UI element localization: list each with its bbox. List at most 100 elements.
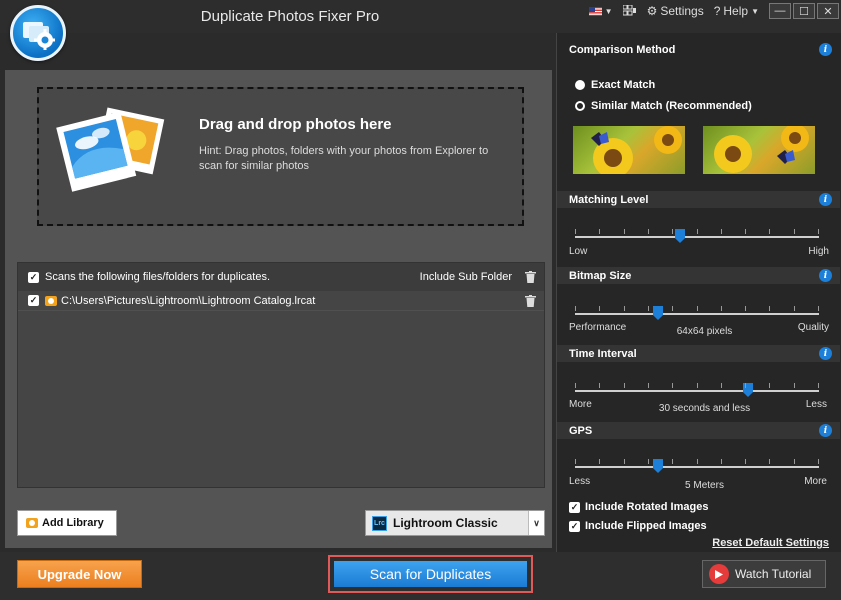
gps-slider[interactable] <box>575 459 819 473</box>
select-all-checkbox[interactable]: ✓ <box>28 271 39 283</box>
maximize-button[interactable]: ☐ <box>793 3 815 19</box>
slider-tick <box>745 459 746 464</box>
slider-tick <box>769 459 770 464</box>
info-icon[interactable]: i <box>819 347 832 360</box>
watch-tutorial-button[interactable]: Watch Tutorial <box>702 560 826 588</box>
slider-tick <box>599 229 600 234</box>
upgrade-now-button[interactable]: Upgrade Now <box>17 560 142 588</box>
bitmap-size-title: Bitmap Size i <box>557 267 840 284</box>
minimize-button[interactable]: — <box>769 3 791 19</box>
photos-icon <box>55 101 165 196</box>
us-flag-icon <box>588 6 602 16</box>
slider-tick <box>818 383 819 388</box>
left-pane: Drag and drop photos here Hint: Drag pho… <box>5 70 552 548</box>
close-button[interactable]: ✕ <box>817 3 839 19</box>
slider-tick <box>672 229 673 234</box>
add-library-button[interactable]: Add Library <box>17 510 117 536</box>
title-bar: Duplicate Photos Fixer Pro ▼ ⚙ Settings … <box>0 0 841 33</box>
matching-level-label: Matching Level <box>569 193 649 206</box>
gps-knob[interactable] <box>653 459 663 473</box>
time-interval-value: 30 seconds and less <box>658 403 751 414</box>
slider-tick <box>794 383 795 388</box>
info-icon[interactable]: i <box>819 424 832 437</box>
settings-menu[interactable]: ⚙ Settings <box>647 4 704 18</box>
include-sub-folder-label: Include Sub Folder <box>419 271 512 283</box>
slider-tick <box>745 229 746 234</box>
settings-label: Settings <box>660 4 704 18</box>
similar-match-option[interactable]: Similar Match (Recommended) <box>575 100 752 112</box>
slider-tick <box>648 306 649 311</box>
slider-tick <box>599 383 600 388</box>
slider-tick <box>721 306 722 311</box>
question-icon: ? <box>713 4 721 18</box>
slider-tick <box>672 383 673 388</box>
row-path: C:\Users\Pictures\Lightroom\Lightroom Ca… <box>61 294 316 307</box>
include-rotated-label: Include Rotated Images <box>585 501 709 513</box>
slider-tick <box>769 306 770 311</box>
bitmap-size-knob[interactable] <box>653 306 663 320</box>
include-flipped-option[interactable]: ✓ Include Flipped Images <box>569 520 707 532</box>
slider-tick <box>721 383 722 388</box>
language-selector[interactable]: ▼ <box>588 6 613 16</box>
help-label: Help <box>723 4 749 18</box>
chevron-down-icon: ▼ <box>751 6 759 16</box>
settings-pane: Comparison Method i Exact Match Similar … <box>556 33 841 552</box>
include-flipped-checkbox[interactable]: ✓ <box>569 520 580 532</box>
scan-list-row[interactable]: ✓ C:\Users\Pictures\Lightroom\Lightroom … <box>18 291 544 311</box>
lightroom-catalog-icon <box>45 295 57 306</box>
bitmap-size-slider[interactable] <box>575 306 819 320</box>
row-checkbox[interactable]: ✓ <box>28 295 39 306</box>
time-interval-title: Time Interval i <box>557 345 840 362</box>
info-icon[interactable]: i <box>819 43 832 56</box>
matching-level-min: Low <box>569 246 588 257</box>
slider-tick <box>721 459 722 464</box>
gps-label: GPS <box>569 424 593 437</box>
slider-tick <box>599 459 600 464</box>
slider-tick <box>745 306 746 311</box>
slider-tick <box>575 306 576 311</box>
trash-icon[interactable] <box>525 271 536 283</box>
slider-tick <box>624 306 625 311</box>
similar-match-radio[interactable] <box>575 101 585 111</box>
library-source-value: Lightroom Classic <box>393 516 498 530</box>
info-icon[interactable]: i <box>819 193 832 206</box>
scan-for-duplicates-button[interactable]: Scan for Duplicates <box>334 561 527 587</box>
slider-tick <box>721 229 722 234</box>
chevron-down-icon: ▼ <box>604 6 613 16</box>
include-rotated-checkbox[interactable]: ✓ <box>569 501 580 513</box>
matching-level-slider[interactable] <box>575 229 819 243</box>
chevron-down-icon[interactable]: ∨ <box>528 511 544 535</box>
grid-menu-button[interactable] <box>622 5 637 17</box>
library-source-select[interactable]: Lrc Lightroom Classic ∨ <box>365 510 545 536</box>
slider-tick <box>672 306 673 311</box>
slider-tick <box>648 383 649 388</box>
exact-match-radio[interactable] <box>575 80 585 90</box>
sample-image-similar <box>703 126 815 174</box>
photo-drop-zone[interactable]: Drag and drop photos here Hint: Drag pho… <box>37 87 524 226</box>
slider-tick <box>769 383 770 388</box>
slider-tick <box>697 229 698 234</box>
slider-tick <box>818 459 819 464</box>
scan-list-header: ✓ Scans the following files/folders for … <box>18 263 544 291</box>
reset-default-settings-link[interactable]: Reset Default Settings <box>712 537 829 549</box>
slider-tick <box>697 383 698 388</box>
comparison-method-title: Comparison Method i <box>557 41 840 58</box>
slider-tick <box>599 306 600 311</box>
exact-match-label: Exact Match <box>591 79 656 91</box>
library-icon <box>26 518 38 528</box>
play-icon <box>709 564 729 584</box>
slider-tick <box>794 306 795 311</box>
slider-tick <box>624 383 625 388</box>
matching-level-knob[interactable] <box>675 229 685 243</box>
slider-tick <box>648 229 649 234</box>
info-icon[interactable]: i <box>819 269 832 282</box>
slider-tick <box>794 229 795 234</box>
slider-tick <box>818 306 819 311</box>
scan-list-panel: ✓ Scans the following files/folders for … <box>17 262 545 488</box>
help-menu[interactable]: ? Help ▼ <box>714 4 759 18</box>
slider-tick <box>624 459 625 464</box>
trash-icon[interactable] <box>525 294 536 307</box>
time-interval-slider[interactable] <box>575 383 819 397</box>
include-rotated-option[interactable]: ✓ Include Rotated Images <box>569 501 708 513</box>
exact-match-option[interactable]: Exact Match <box>575 79 655 91</box>
